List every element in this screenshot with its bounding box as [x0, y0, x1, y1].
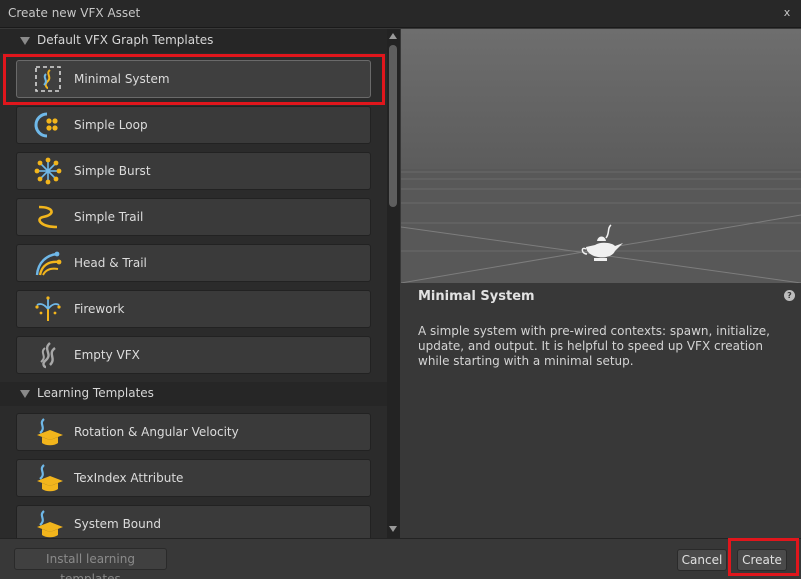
close-button[interactable]: x [779, 5, 795, 21]
template-item-empty-vfx[interactable]: Empty VFX [16, 336, 371, 374]
title-bar: Create new VFX Asset x [0, 0, 801, 28]
scroll-thumb[interactable] [389, 45, 397, 207]
list-scrollbar[interactable] [387, 29, 400, 538]
template-item-simple-trail[interactable]: Simple Trail [16, 198, 371, 236]
template-preview [401, 29, 801, 283]
firework-icon [35, 296, 61, 321]
scroll-up-icon[interactable] [389, 33, 397, 39]
section-label: Learning Templates [37, 386, 154, 400]
template-label: System Bound [74, 517, 161, 531]
template-label: Simple Burst [74, 164, 151, 178]
template-item-rotation-angular-velocity[interactable]: Rotation & Angular Velocity [16, 413, 371, 451]
template-label: Simple Trail [74, 210, 144, 224]
template-item-minimal-system[interactable]: Minimal System [16, 60, 371, 98]
template-item-simple-burst[interactable]: Simple Burst [16, 152, 371, 190]
template-label: Rotation & Angular Velocity [74, 425, 239, 439]
selected-template-title: Minimal System [418, 289, 535, 304]
help-icon[interactable]: ? [784, 290, 795, 301]
section-label: Default VFX Graph Templates [37, 33, 214, 47]
template-item-system-bound[interactable]: System Bound [16, 505, 371, 538]
template-label: Minimal System [74, 72, 170, 86]
collapse-triangle-icon[interactable] [20, 37, 30, 45]
scroll-down-icon[interactable] [389, 526, 397, 532]
template-item-head-trail[interactable]: Head & Trail [16, 244, 371, 282]
learning-cap-icon [37, 418, 63, 446]
simple-trail-icon [38, 205, 58, 229]
template-label: TexIndex Attribute [74, 471, 184, 485]
minimal-system-icon [35, 66, 61, 92]
learning-cap-icon [37, 464, 63, 492]
template-label: Firework [74, 302, 125, 316]
install-learning-templates-button[interactable]: Install learning templates [14, 548, 167, 579]
template-item-texindex-attribute[interactable]: TexIndex Attribute [16, 459, 371, 497]
head-trail-icon [35, 251, 62, 276]
template-item-firework[interactable]: Firework [16, 290, 371, 328]
section-header-learning[interactable]: Learning Templates [0, 382, 387, 406]
empty-vfx-icon [40, 342, 56, 369]
template-label: Empty VFX [74, 348, 140, 362]
details-pane: Minimal System ? A simple system with pr… [401, 29, 801, 538]
collapse-triangle-icon[interactable] [20, 390, 30, 398]
learning-cap-icon [37, 510, 63, 538]
simple-burst-icon [34, 157, 62, 185]
cancel-button[interactable]: Cancel [677, 549, 727, 571]
dialog-footer: Install learning templates Cancel Create [0, 538, 801, 579]
template-label: Simple Loop [74, 118, 148, 132]
template-label: Head & Trail [74, 256, 147, 270]
section-header-default[interactable]: Default VFX Graph Templates [0, 29, 387, 53]
template-list: Default VFX Graph Templates Minimal Syst… [0, 29, 400, 538]
simple-loop-icon [34, 112, 58, 138]
template-item-simple-loop[interactable]: Simple Loop [16, 106, 371, 144]
selected-template-description: A simple system with pre-wired contexts:… [418, 324, 770, 368]
window-title: Create new VFX Asset [8, 6, 141, 20]
create-button[interactable]: Create [737, 549, 787, 571]
preview-viewport [401, 29, 801, 283]
